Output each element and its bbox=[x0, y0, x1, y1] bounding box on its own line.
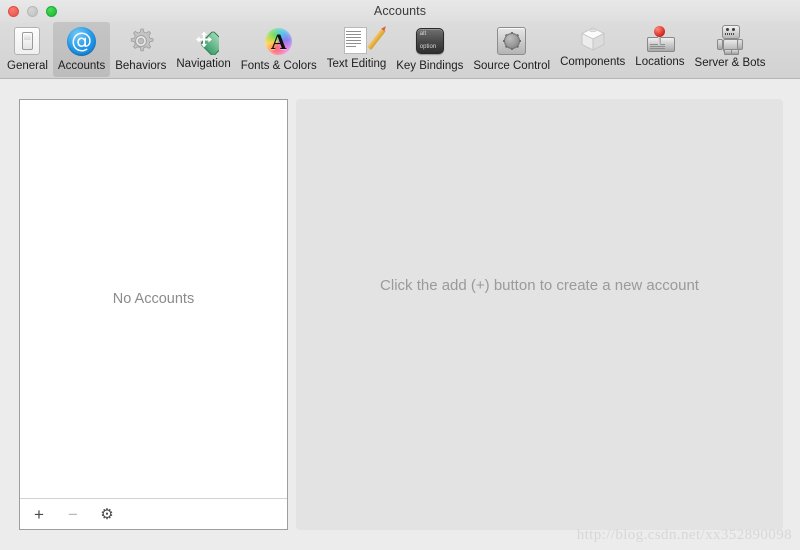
accounts-list-body: No Accounts bbox=[20, 100, 287, 498]
zoom-button-icon[interactable] bbox=[46, 6, 57, 17]
toolbar-item-behaviors[interactable]: Behaviors bbox=[110, 22, 171, 77]
window-title: Accounts bbox=[373, 4, 427, 18]
hard-drive-pin-icon bbox=[645, 25, 675, 53]
toolbar-label-text-editing: Text Editing bbox=[326, 58, 387, 70]
toolbar-item-text-editing[interactable]: Text Editing bbox=[322, 22, 391, 77]
watermark-text: http://blog.csdn.net/xx352890098 bbox=[576, 527, 792, 543]
color-wheel-a-icon: A bbox=[263, 25, 295, 57]
toolbar-item-server-and-bots[interactable]: Server & Bots bbox=[690, 22, 771, 77]
toolbar-label-locations: Locations bbox=[635, 56, 685, 68]
toolbar-item-navigation[interactable]: Navigation bbox=[171, 22, 235, 77]
toolbar-item-general[interactable]: General bbox=[2, 22, 53, 77]
toolbar-item-fonts-and-colors[interactable]: A Fonts & Colors bbox=[236, 22, 322, 77]
preferences-window: Accounts General @ Accounts Behaviors Na… bbox=[0, 0, 800, 550]
window-titlebar: Accounts bbox=[0, 0, 800, 22]
document-pencil-icon bbox=[342, 25, 386, 55]
accounts-list-footer: + − ⚙ bbox=[20, 498, 287, 529]
toolbar-label-navigation: Navigation bbox=[176, 58, 231, 70]
account-detail-panel: Click the add (+) button to create a new… bbox=[296, 99, 783, 530]
account-settings-gear-icon[interactable]: ⚙ bbox=[98, 505, 116, 523]
at-sign-icon: @ bbox=[66, 25, 98, 57]
toolbar-item-accounts[interactable]: @ Accounts bbox=[52, 22, 111, 77]
remove-account-button[interactable]: − bbox=[64, 505, 82, 523]
toolbar-item-source-control[interactable]: Source Control bbox=[468, 22, 555, 77]
minimize-button-icon[interactable] bbox=[27, 6, 38, 17]
toolbar-label-key-bindings: Key Bindings bbox=[396, 60, 464, 72]
toolbar-label-general: General bbox=[7, 60, 48, 72]
keyboard-key-icon: alt option bbox=[414, 25, 446, 57]
add-account-button[interactable]: + bbox=[30, 505, 48, 523]
toolbar-label-accounts: Accounts bbox=[57, 60, 106, 72]
general-switch-icon bbox=[11, 25, 43, 57]
account-detail-hint: Click the add (+) button to create a new… bbox=[380, 277, 699, 294]
toolbar-label-components: Components bbox=[560, 56, 626, 68]
toolbar-label-source-control: Source Control bbox=[473, 60, 551, 72]
close-button-icon[interactable] bbox=[8, 6, 19, 17]
toolbar-label-fonts-and-colors: Fonts & Colors bbox=[240, 60, 317, 72]
toolbar-label-behaviors: Behaviors bbox=[115, 60, 167, 72]
preferences-toolbar: General @ Accounts Behaviors Navigation … bbox=[0, 22, 800, 79]
accounts-list-panel[interactable]: No Accounts + − ⚙ bbox=[19, 99, 288, 530]
toolbar-item-locations[interactable]: Locations bbox=[630, 22, 689, 77]
navigation-arrows-icon bbox=[189, 25, 219, 55]
key-icon-line1: alt bbox=[419, 31, 427, 37]
gear-icon bbox=[125, 25, 157, 57]
safe-vault-icon bbox=[496, 25, 528, 57]
toolbar-item-key-bindings[interactable]: alt option Key Bindings bbox=[391, 22, 468, 77]
key-icon-line2: option bbox=[419, 44, 437, 50]
toolbar-item-components[interactable]: Components bbox=[555, 22, 630, 77]
empty-accounts-label: No Accounts bbox=[112, 291, 195, 307]
robot-icon bbox=[716, 25, 744, 55]
cube-icon bbox=[579, 25, 607, 53]
traffic-light-group bbox=[8, 6, 57, 17]
preferences-content: No Accounts + − ⚙ Click the add (+) butt… bbox=[0, 79, 800, 550]
toolbar-label-server-and-bots: Server & Bots bbox=[694, 57, 766, 69]
